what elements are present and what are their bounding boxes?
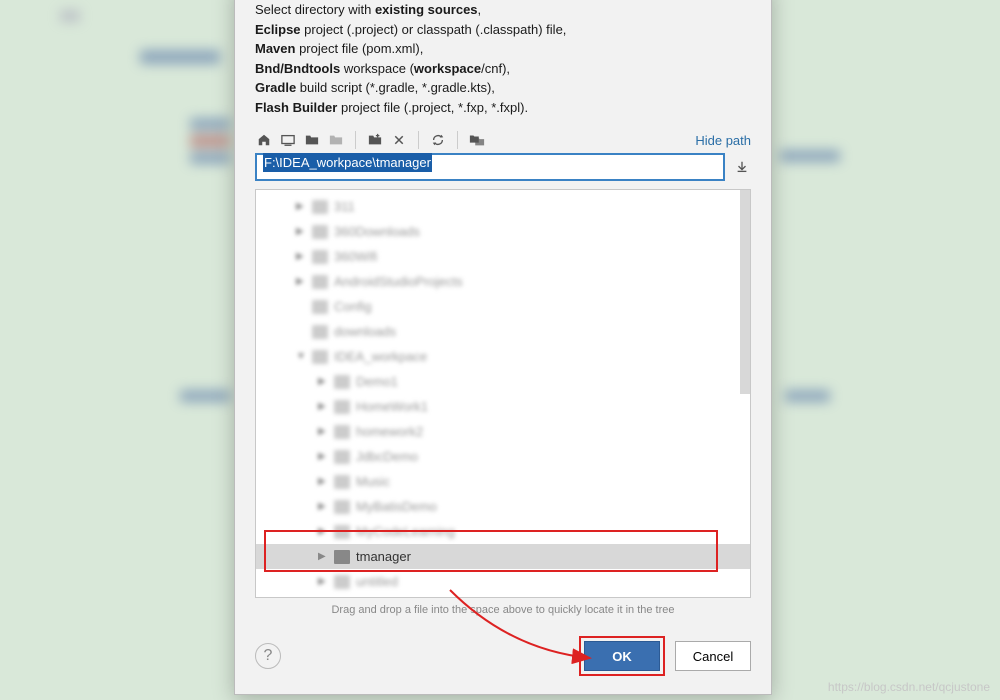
tree-item[interactable]: Config xyxy=(256,294,750,319)
new-folder-icon[interactable] xyxy=(366,131,384,149)
tree-item[interactable]: ▶HomeWork1 xyxy=(256,394,750,419)
annotation-highlight: OK xyxy=(579,636,665,676)
ok-button[interactable]: OK xyxy=(584,641,660,671)
cancel-button[interactable]: Cancel xyxy=(675,641,751,671)
instruction-text: Select directory with existing sources, … xyxy=(235,0,771,125)
tree-item[interactable]: ▶311 xyxy=(256,194,750,219)
tree-item[interactable]: ▶AndroidStudioProjects xyxy=(256,269,750,294)
tree-item[interactable]: ▶Music xyxy=(256,469,750,494)
tree-item[interactable]: ▶360Downloads xyxy=(256,219,750,244)
directory-tree[interactable]: ▶311 ▶360Downloads ▶360Wifi ▶AndroidStud… xyxy=(255,189,751,598)
tree-item[interactable]: ▼IDEA_workpace xyxy=(256,344,750,369)
tree-item-selected[interactable]: ▶tmanager xyxy=(256,544,750,569)
tree-item[interactable]: ▶Demo1 xyxy=(256,369,750,394)
tree-item[interactable]: ▶JdbcDemo xyxy=(256,444,750,469)
tree-item[interactable]: ▶MyCodeLearning xyxy=(256,519,750,544)
path-input[interactable]: F:\IDEA_workpace\tmanager xyxy=(255,153,725,181)
tree-item[interactable]: ▶MyBatisDemo xyxy=(256,494,750,519)
tree-item[interactable]: ▶homework2 xyxy=(256,419,750,444)
desktop-icon[interactable] xyxy=(279,131,297,149)
tree-item[interactable]: ▶360Wifi xyxy=(256,244,750,269)
watermark: https://blog.csdn.net/qcjustone xyxy=(828,680,990,694)
refresh-icon[interactable] xyxy=(429,131,447,149)
file-toolbar: Hide path xyxy=(235,125,771,153)
module-folder-icon[interactable] xyxy=(327,131,345,149)
home-icon[interactable] xyxy=(255,131,273,149)
project-folder-icon[interactable] xyxy=(303,131,321,149)
button-row: ? OK Cancel xyxy=(235,628,771,694)
history-dropdown-icon[interactable] xyxy=(733,158,751,176)
tree-item[interactable]: ▶untitled xyxy=(256,569,750,594)
import-project-dialog: Select directory with existing sources, … xyxy=(234,0,772,695)
show-hidden-icon[interactable] xyxy=(468,131,486,149)
path-row: F:\IDEA_workpace\tmanager xyxy=(235,153,771,189)
delete-icon[interactable] xyxy=(390,131,408,149)
tree-item[interactable]: downloads xyxy=(256,319,750,344)
drag-drop-hint: Drag and drop a file into the space abov… xyxy=(235,598,771,628)
scrollbar[interactable] xyxy=(740,190,750,394)
hide-path-link[interactable]: Hide path xyxy=(695,133,751,148)
help-icon[interactable]: ? xyxy=(255,643,281,669)
